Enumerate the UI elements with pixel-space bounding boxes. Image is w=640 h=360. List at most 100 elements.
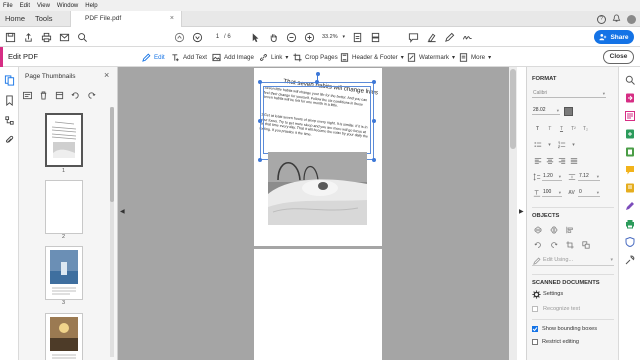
email-icon[interactable] (57, 30, 71, 44)
replace-image-icon[interactable] (581, 240, 590, 249)
rotate-cw-icon[interactable] (87, 91, 96, 100)
numbered-list-icon[interactable] (557, 140, 566, 149)
delete-page-icon[interactable] (39, 90, 48, 100)
collapse-left-panel-icon[interactable]: ◀ (120, 208, 125, 215)
thumbnail-page-3[interactable] (45, 246, 83, 300)
upload-icon[interactable] (21, 30, 35, 44)
align-right-icon[interactable] (557, 156, 566, 165)
share-button[interactable]: Share (594, 30, 634, 44)
rotate-object-ccw-icon[interactable] (533, 240, 542, 249)
resize-handle-br[interactable] (372, 158, 376, 162)
search-tools-icon[interactable] (625, 75, 635, 85)
more-button[interactable]: More ▾ (459, 47, 491, 67)
watermark-button[interactable]: Watermark ▾ (407, 47, 455, 67)
settings-link[interactable]: Settings (543, 291, 563, 297)
prev-page-icon[interactable] (172, 30, 186, 44)
tab-home[interactable]: Home (5, 11, 25, 27)
menu-help[interactable]: Help (85, 3, 97, 9)
page-number-input[interactable]: 1 (213, 32, 222, 42)
organize-pages-icon[interactable] (625, 183, 635, 193)
tags-icon[interactable] (4, 115, 15, 126)
edit-tool-button[interactable]: Edit (142, 47, 165, 67)
page-fit-icon[interactable] (350, 30, 364, 44)
rotate-object-cw-icon[interactable] (549, 240, 558, 249)
edit-pdf-tool-icon[interactable] (625, 111, 635, 121)
numbered-list-chevron-icon[interactable]: ▾ (569, 140, 578, 149)
header-footer-button[interactable]: Header & Footer ▾ (340, 47, 404, 67)
close-edit-button[interactable]: Close (603, 50, 634, 64)
crop-image-icon[interactable] (565, 240, 574, 249)
align-justify-icon[interactable] (569, 156, 578, 165)
paragraph-spacing-select[interactable]: 7.12 ▾ (578, 172, 600, 181)
select-pointer-icon[interactable] (248, 30, 262, 44)
zoom-out-icon[interactable] (284, 30, 298, 44)
align-center-icon[interactable] (545, 156, 554, 165)
list-chevron-icon[interactable]: ▾ (545, 140, 554, 149)
line-spacing-icon[interactable] (532, 172, 541, 181)
menu-window[interactable]: Window (57, 3, 78, 9)
tab-document[interactable]: PDF File.pdf × (70, 11, 182, 27)
close-panel-icon[interactable]: × (104, 70, 109, 80)
resize-handle-l[interactable] (258, 119, 262, 123)
draw-icon[interactable] (442, 30, 456, 44)
align-left-icon[interactable] (533, 156, 542, 165)
flip-vertical-icon[interactable] (533, 225, 542, 234)
combine-files-icon[interactable] (625, 147, 635, 157)
link-button[interactable]: Link ▾ (259, 47, 288, 67)
page-thumbnails-icon[interactable] (4, 75, 15, 86)
horizontal-scale-select[interactable]: 100 ▾ (542, 188, 562, 197)
hand-tool-icon[interactable] (266, 30, 280, 44)
print-icon[interactable] (39, 30, 53, 44)
search-icon[interactable] (75, 30, 89, 44)
settings-gear-icon[interactable] (532, 290, 541, 299)
line-spacing-select[interactable]: 1.20 ▾ (542, 172, 562, 181)
zoom-dropdown[interactable]: 33.2% ▾ (320, 32, 346, 42)
print-production-icon[interactable] (625, 219, 635, 229)
protect-icon[interactable] (625, 237, 635, 247)
font-size-select[interactable]: 28.02 ▾ (532, 106, 560, 115)
rotate-ccw-icon[interactable] (71, 91, 80, 100)
comment-tool-icon[interactable] (625, 165, 635, 175)
notifications-icon[interactable] (612, 13, 621, 25)
close-tab-icon[interactable]: × (170, 11, 174, 27)
collapse-right-panel-icon[interactable]: ▶ (519, 208, 524, 215)
character-spacing-icon[interactable]: AV (567, 188, 576, 197)
resize-handle-r[interactable] (372, 119, 376, 123)
resize-handle-tl[interactable] (258, 80, 262, 84)
paragraph-spacing-icon[interactable] (567, 172, 576, 181)
underline-toggle[interactable]: T (557, 124, 566, 133)
thumbnail-page-2[interactable] (45, 180, 83, 234)
menu-view[interactable]: View (37, 3, 50, 9)
document-photo[interactable] (268, 152, 367, 225)
help-icon[interactable]: ? (597, 14, 606, 24)
menu-file[interactable]: File (3, 3, 13, 9)
next-page-icon[interactable] (190, 30, 204, 44)
scroll-mode-icon[interactable] (368, 30, 382, 44)
add-image-button[interactable]: Add Image (212, 47, 254, 67)
show-bounding-boxes-checkbox[interactable] (532, 326, 538, 332)
edit-using-dropdown[interactable]: Edit Using... ▾ (532, 256, 614, 266)
bold-toggle[interactable]: T (533, 124, 542, 133)
sign-icon[interactable] (460, 30, 474, 44)
resize-handle-bl[interactable] (258, 158, 262, 162)
thumbnail-scrollbar[interactable] (110, 107, 114, 357)
restrict-editing-checkbox[interactable] (532, 339, 538, 345)
superscript-toggle[interactable]: T² (569, 124, 578, 133)
character-spacing-select[interactable]: 0 ▾ (578, 188, 600, 197)
resize-handle-tr[interactable] (372, 80, 376, 84)
bullet-list-icon[interactable] (533, 140, 542, 149)
tab-tools[interactable]: Tools (35, 11, 53, 27)
comment-icon[interactable] (406, 30, 420, 44)
font-family-select[interactable]: Calibri ▾ (532, 89, 606, 98)
create-pdf-icon[interactable] (625, 129, 635, 139)
avatar[interactable] (627, 14, 636, 24)
options-menu-icon[interactable] (23, 91, 32, 100)
subscript-toggle[interactable]: T₂ (581, 124, 590, 133)
highlight-icon[interactable] (424, 30, 438, 44)
thumbnail-page-1[interactable] (45, 113, 83, 167)
insert-page-icon[interactable] (55, 91, 64, 100)
bookmark-icon[interactable] (4, 95, 15, 106)
export-pdf-icon[interactable] (625, 93, 635, 103)
document-scrollbar[interactable] (509, 67, 517, 360)
horizontal-scale-icon[interactable] (532, 188, 541, 197)
